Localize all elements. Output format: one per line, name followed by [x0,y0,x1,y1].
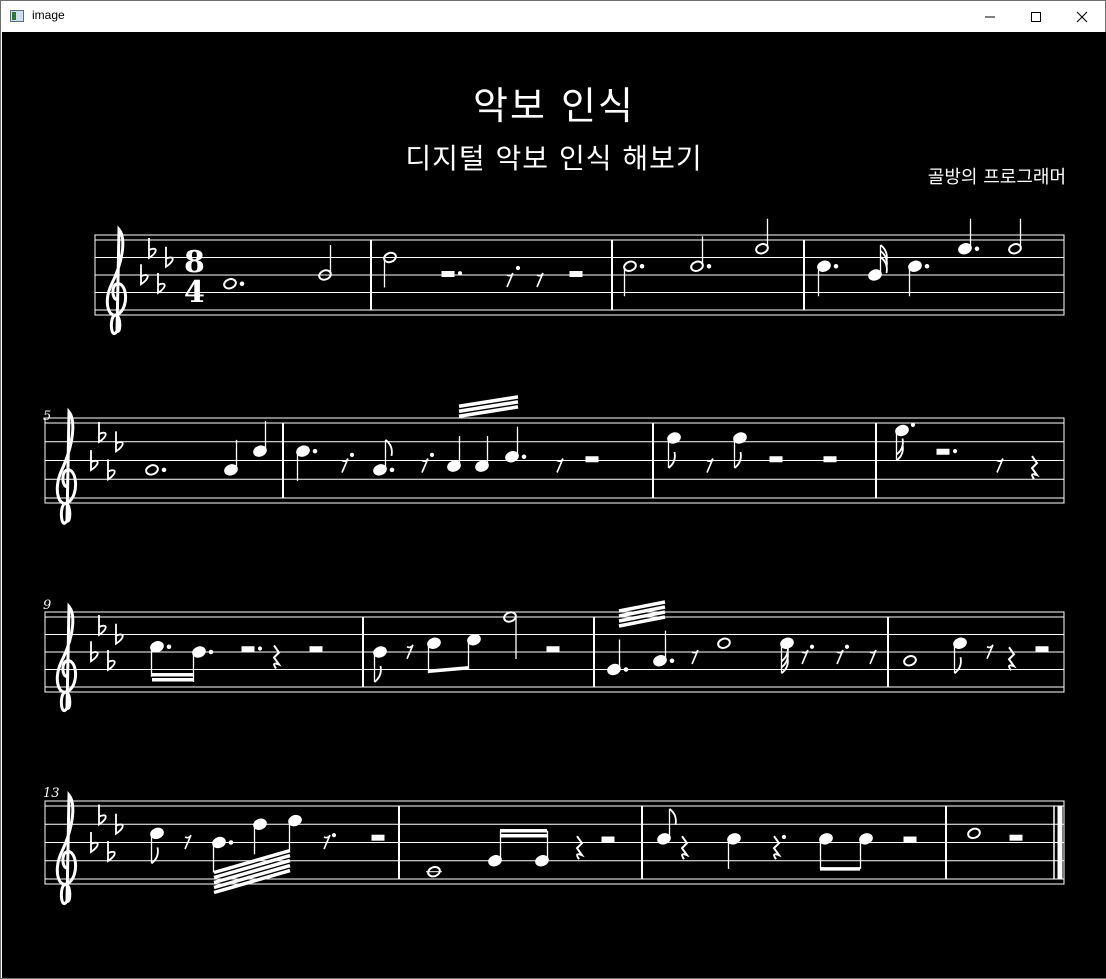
note-flag [668,808,677,826]
dot [809,644,815,649]
dot [349,452,355,457]
half-rest-icon [769,456,783,463]
hollow-note-head [967,827,981,840]
eighth-rest-icon [801,649,809,665]
half-rest-icon [441,271,455,277]
dot [669,658,675,664]
flat-icon [107,650,116,672]
flat-icon [115,813,124,836]
half-rest-icon [601,836,615,843]
hollow-note-head [717,637,731,649]
time-signature-bottom: 4 [184,275,205,310]
flat-icon [107,841,116,863]
flat-icon [165,246,174,269]
dot [639,263,645,269]
minimize-icon [985,16,995,17]
quarter-rest-icon [272,644,282,670]
window-title: image [32,8,65,22]
flat-icon [148,238,157,260]
note-flag [384,439,393,457]
half-rest-icon [371,834,385,841]
dot [208,649,214,655]
half-rest-icon [1009,834,1023,841]
eighth-rest-icon [996,458,1004,473]
app-window: image 악보 인식 디지털 악보 인식 해보기 골방의 프로그래머 5 9 … [0,0,1106,979]
dot [457,271,463,276]
dot [312,448,318,454]
flat-icon [107,459,116,482]
dot [389,467,395,473]
flat-icon [98,804,107,827]
maximize-icon [1031,11,1041,22]
score-svg: 84 [44,218,1065,905]
dot [239,281,245,287]
quarter-rest-icon [772,835,782,860]
treble-clef-icon [55,790,77,905]
flat-icon [115,623,124,646]
eighth-rest-icon [536,272,544,288]
dot [515,265,521,271]
flat-icon [98,422,107,444]
dot [781,834,787,840]
treble-clef-icon [55,602,77,712]
dot [331,833,337,838]
half-rest-icon [241,646,255,653]
half-rest-icon [569,271,583,277]
hollow-note-head [223,278,237,290]
dot [257,646,263,651]
hollow-note-head [145,464,159,476]
dot [833,263,839,269]
treble-clef-icon [105,225,127,335]
dot [228,840,234,845]
treble-clef-icon [55,407,77,525]
eighth-rest-icon [556,458,564,473]
quarter-rest-icon [575,835,585,860]
flat-icon [90,641,99,663]
eighth-rest-icon [341,458,349,473]
dot [521,454,527,460]
final-barline-thick [1057,805,1063,880]
dot [844,644,850,649]
half-rest-icon [823,456,837,463]
note-beam [428,666,470,673]
eighth-rest-icon [706,458,714,473]
close-button[interactable] [1059,1,1105,32]
dot [910,422,916,427]
half-rest-icon [903,836,917,843]
flat-icon [90,831,99,854]
half-rest-icon [1035,646,1049,653]
eighth-rest-icon [869,649,877,665]
eighth-rest-icon [506,272,514,288]
half-rest-icon [309,646,323,653]
flat-icon [98,615,107,637]
maximize-button[interactable] [1013,1,1059,32]
dot [429,452,435,457]
dot [974,246,980,252]
dot [952,449,958,454]
note-flag [953,657,962,674]
dot [166,644,172,650]
eighth-rest-icon [836,649,844,665]
flat-icon [140,264,149,286]
flat-icon [157,273,166,295]
half-rest-icon [585,456,599,463]
app-icon [10,10,24,22]
dot [623,667,629,672]
half-rest-icon [936,448,950,455]
hollow-note-head [903,655,917,667]
image-canvas: 악보 인식 디지털 악보 인식 해보기 골방의 프로그래머 5 9 13 84 [2,32,1106,978]
note-flag [373,665,382,683]
eighth-rest-icon [421,458,429,473]
eighth-rest-icon [691,649,699,665]
dot [706,263,712,269]
minimize-button[interactable] [967,1,1013,32]
dot [924,263,930,269]
half-rest-icon [546,646,560,653]
dot [161,467,167,473]
quarter-rest-icon [1007,646,1017,671]
quarter-rest-icon [680,835,690,860]
close-icon [1076,11,1088,22]
title-bar[interactable]: image [1,1,1105,32]
quarter-rest-icon [1030,455,1040,480]
